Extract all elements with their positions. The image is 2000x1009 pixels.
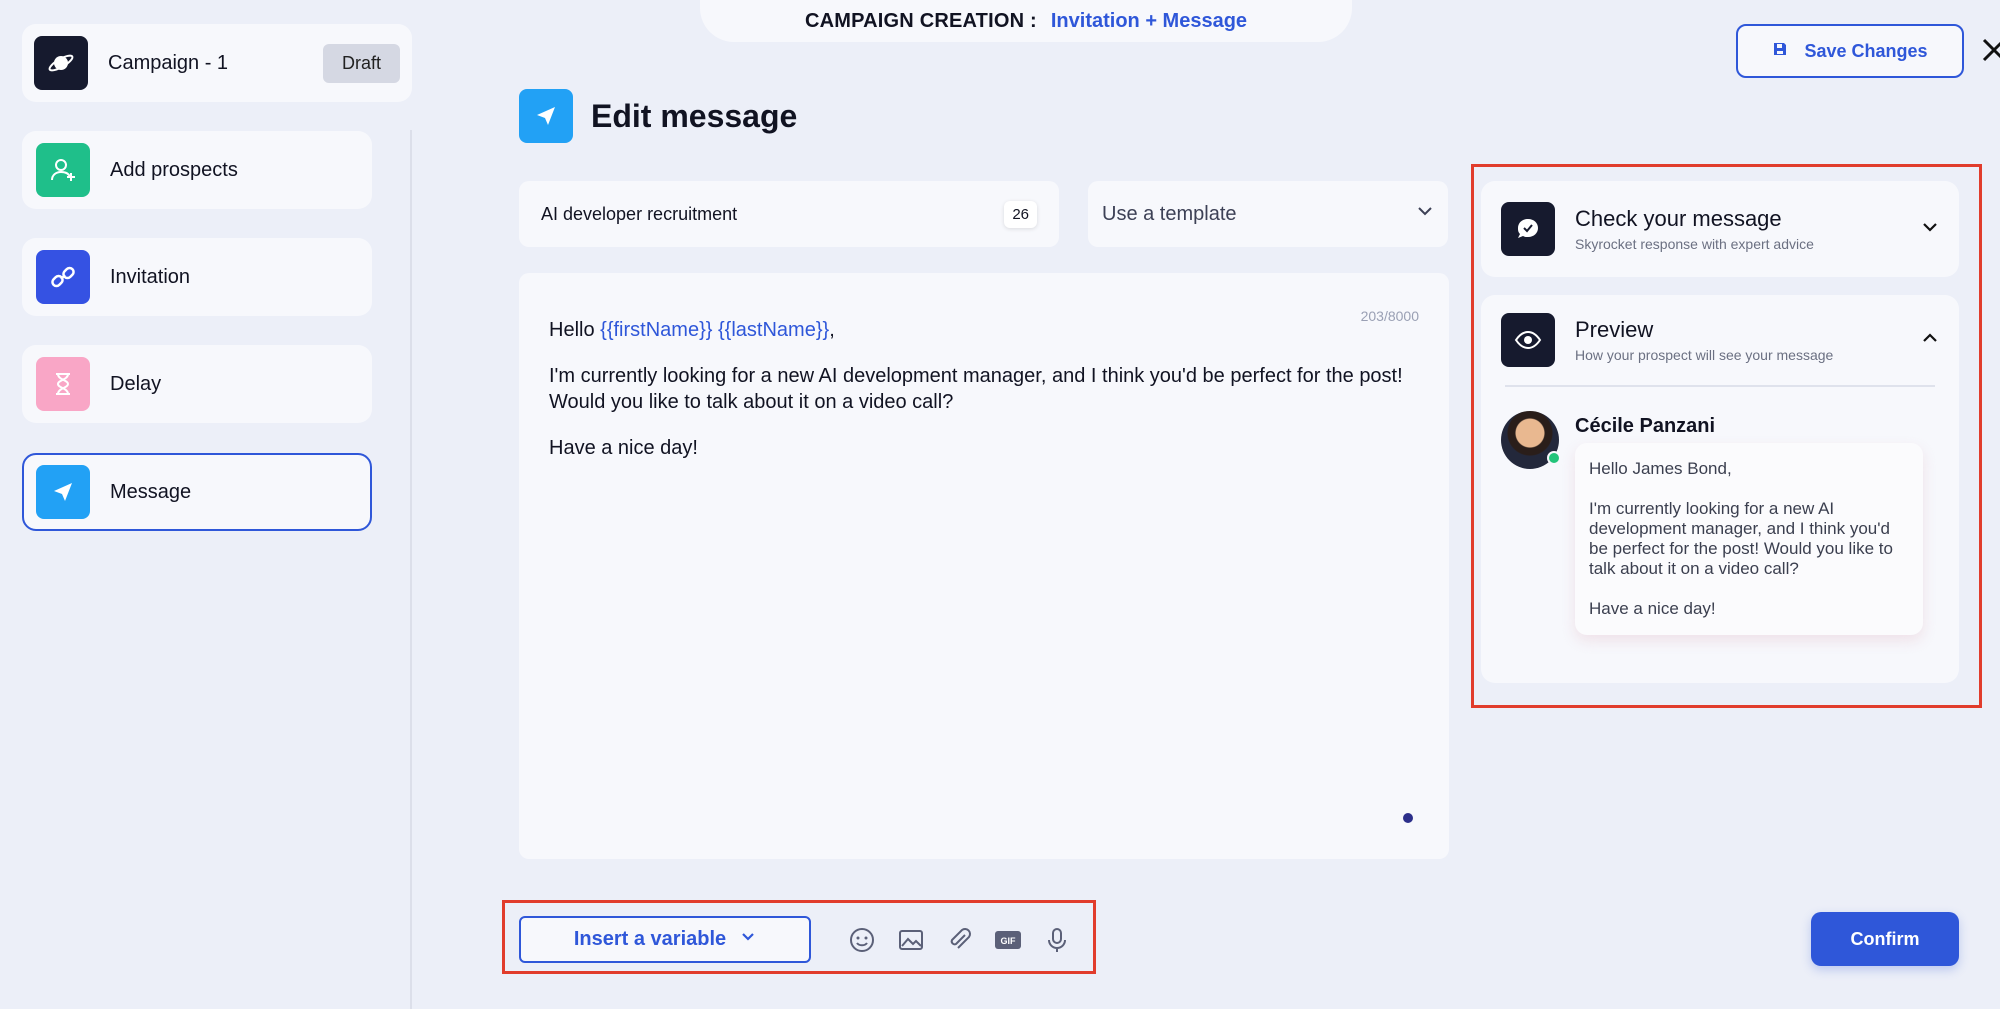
check-message-card[interactable]: Check your message Skyrocket response wi…	[1481, 181, 1959, 277]
page-title: Edit message	[591, 97, 798, 134]
microphone-icon[interactable]	[1041, 924, 1073, 956]
banner-value: Invitation + Message	[1050, 9, 1248, 32]
sender-name: Cécile Panzani	[1575, 415, 1716, 437]
preview-header[interactable]: Preview How your prospect will see your …	[1501, 313, 1939, 367]
preview-subtitle: How your prospect will see your message	[1575, 347, 1834, 363]
confirm-button[interactable]: Confirm	[1811, 912, 1959, 966]
check-subtitle: Skyrocket response with expert advice	[1575, 236, 1814, 252]
gif-icon[interactable]: GIF	[992, 924, 1024, 956]
variable-last-name[interactable]: {{lastName}}	[718, 319, 829, 341]
link-icon	[36, 250, 90, 304]
subject-char-count: 26	[1004, 200, 1037, 228]
preview-divider	[1505, 385, 1935, 387]
add-user-icon	[36, 143, 90, 197]
sidebar-item-label: Invitation	[110, 265, 191, 288]
bubble-greeting: Hello James Bond,	[1589, 459, 1732, 478]
online-status-dot	[1547, 451, 1561, 465]
status-badge: Draft	[322, 43, 400, 83]
save-changes-label: Save Changes	[1804, 40, 1928, 61]
sidebar-item-label: Add prospects	[110, 158, 238, 181]
chevron-down-icon	[1416, 202, 1434, 226]
subject-value: AI developer recruitment	[541, 203, 738, 224]
body-line-1: I'm currently looking for a new AI devel…	[549, 365, 1403, 387]
bubble-body: I'm currently looking for a new AI devel…	[1589, 499, 1893, 578]
eye-icon	[1501, 313, 1555, 367]
sidebar-item-add-prospects[interactable]: Add prospects	[22, 131, 372, 209]
campaign-name: Campaign - 1	[108, 51, 229, 74]
emoji-icon[interactable]	[846, 924, 878, 956]
send-icon	[519, 89, 573, 143]
banner-label: CAMPAIGN CREATION :	[804, 9, 1037, 32]
message-bubble: Hello James Bond, I'm currently looking …	[1575, 443, 1923, 635]
editor-greeting-line: Hello {{firstName}} {{lastName}},	[549, 317, 1419, 343]
chevron-down-icon[interactable]	[1921, 218, 1939, 241]
greeting-end: ,	[829, 319, 835, 341]
image-icon[interactable]	[895, 924, 927, 956]
editor-closing: Have a nice day!	[549, 437, 698, 459]
preview-title: Preview	[1575, 317, 1654, 342]
insert-variable-label: Insert a variable	[573, 928, 727, 950]
body-line-2: Would you like to talk about it on a vid…	[549, 391, 954, 413]
avatar	[1501, 411, 1561, 469]
hourglass-icon	[36, 357, 90, 411]
save-changes-button[interactable]: Save Changes	[1736, 24, 1964, 78]
planet-icon	[34, 36, 88, 90]
sidebar-item-message[interactable]: Message	[22, 453, 372, 531]
attachment-icon[interactable]	[943, 924, 975, 956]
send-icon	[36, 465, 90, 519]
sidebar-item-invitation[interactable]: Invitation	[22, 238, 372, 316]
cursor-dot	[1403, 813, 1413, 823]
variable-first-name[interactable]: {{firstName}}	[600, 319, 712, 341]
greeting-text: Hello	[549, 319, 601, 341]
bubble-closing: Have a nice day!	[1589, 599, 1716, 618]
save-icon	[1772, 41, 1788, 62]
chevron-down-icon	[740, 928, 756, 951]
chevron-up-icon[interactable]	[1921, 329, 1939, 352]
template-select[interactable]: Use a template	[1088, 181, 1448, 247]
template-placeholder: Use a template	[1102, 202, 1237, 225]
subject-field[interactable]: AI developer recruitment 26	[519, 181, 1059, 247]
preview-card: Preview How your prospect will see your …	[1481, 295, 1959, 683]
sidebar-item-delay[interactable]: Delay	[22, 345, 372, 423]
chat-check-icon	[1501, 202, 1555, 256]
close-icon[interactable]	[1980, 34, 2000, 66]
sidebar-item-label: Delay	[110, 372, 162, 395]
gif-label: GIF	[1001, 936, 1017, 946]
char-counter: 203/8000	[1360, 308, 1419, 324]
preview-card-text: Preview How your prospect will see your …	[1575, 317, 1921, 363]
sidebar-divider	[410, 130, 412, 1009]
sidebar-item-label: Message	[110, 480, 192, 503]
editor-body: I'm currently looking for a new AI devel…	[549, 363, 1419, 415]
page-header: Edit message	[519, 89, 797, 143]
check-title: Check your message	[1575, 206, 1782, 231]
message-editor[interactable]: 203/8000 Hello {{firstName}} {{lastName}…	[519, 273, 1449, 859]
check-card-text: Check your message Skyrocket response wi…	[1575, 206, 1921, 252]
campaign-card[interactable]: Campaign - 1 Draft	[22, 24, 412, 102]
campaign-creation-banner: CAMPAIGN CREATION : Invitation + Message	[700, 0, 1352, 42]
insert-variable-button[interactable]: Insert a variable	[519, 916, 811, 963]
